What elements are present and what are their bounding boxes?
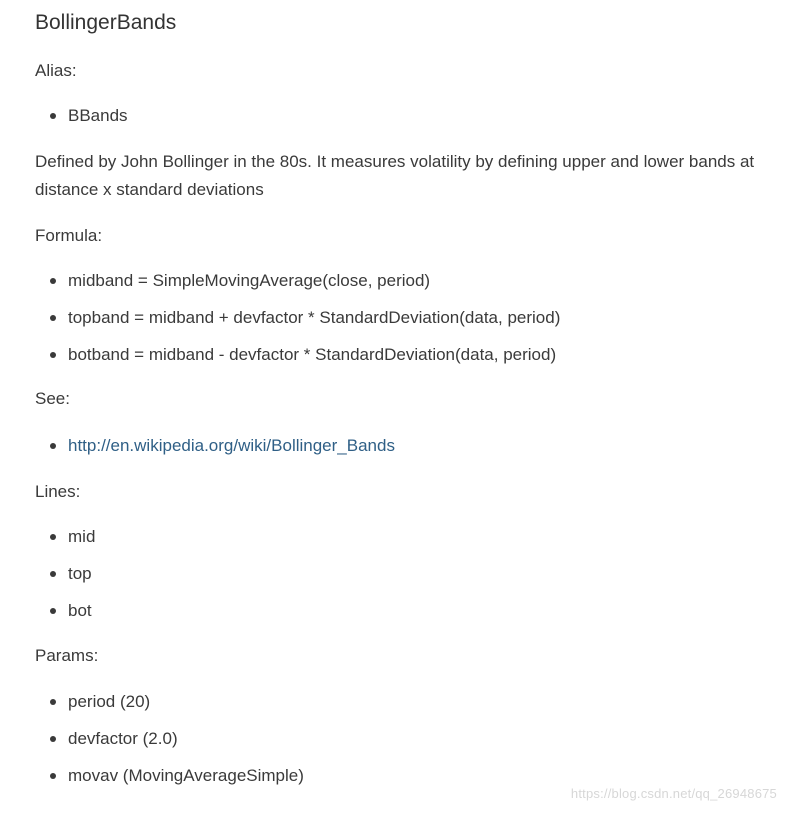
alias-item: BBands — [68, 106, 128, 125]
list-item: http://en.wikipedia.org/wiki/Bollinger_B… — [35, 427, 395, 464]
line-item-bot: bot — [68, 601, 92, 620]
list-item: botband = midband - devfactor * Standard… — [35, 336, 560, 373]
formula-label: Formula: — [35, 226, 103, 245]
list-item: midband = SimpleMovingAverage(close, per… — [35, 262, 560, 299]
see-list: http://en.wikipedia.org/wiki/Bollinger_B… — [35, 427, 395, 464]
bullet-icon — [50, 443, 56, 449]
bullet-icon — [50, 113, 56, 119]
list-item: bot — [35, 592, 95, 629]
watermark: https://blog.csdn.net/qq_26948675 — [570, 786, 777, 801]
formula-item-topband: topband = midband + devfactor * Standard… — [68, 308, 561, 327]
alias-list: BBands — [35, 97, 128, 134]
bullet-icon — [50, 534, 56, 540]
list-item: devfactor (2.0) — [35, 720, 304, 757]
bullet-icon — [50, 352, 56, 358]
param-item-period: period (20) — [68, 692, 151, 711]
wikipedia-link[interactable]: http://en.wikipedia.org/wiki/Bollinger_B… — [68, 436, 395, 455]
param-item-devfactor: devfactor (2.0) — [68, 729, 178, 748]
formula-item-botband: botband = midband - devfactor * Standard… — [68, 345, 557, 364]
alias-label: Alias: — [35, 61, 77, 80]
params-list: period (20) devfactor (2.0) movav (Movin… — [35, 683, 304, 794]
page-title: BollingerBands — [35, 11, 177, 34]
list-item: topband = midband + devfactor * Standard… — [35, 299, 560, 336]
param-item-movav: movav (MovingAverageSimple) — [68, 766, 304, 785]
bullet-icon — [50, 571, 56, 577]
see-label: See: — [35, 389, 70, 408]
line-item-mid: mid — [68, 527, 96, 546]
list-item: movav (MovingAverageSimple) — [35, 757, 304, 794]
description-paragraph: Defined by John Bollinger in the 80s. It… — [35, 152, 755, 199]
formula-item-midband: midband = SimpleMovingAverage(close, per… — [68, 271, 431, 290]
bullet-icon — [50, 278, 56, 284]
bullet-icon — [50, 736, 56, 742]
bullet-icon — [50, 315, 56, 321]
list-item: BBands — [35, 97, 128, 134]
bullet-icon — [50, 773, 56, 779]
lines-label: Lines: — [35, 482, 81, 501]
list-item: mid — [35, 518, 95, 555]
line-item-top: top — [68, 564, 92, 583]
params-label: Params: — [35, 646, 99, 665]
list-item: period (20) — [35, 683, 304, 720]
bullet-icon — [50, 699, 56, 705]
list-item: top — [35, 555, 95, 592]
bullet-icon — [50, 608, 56, 614]
lines-list: mid top bot — [35, 518, 95, 629]
formula-list: midband = SimpleMovingAverage(close, per… — [35, 262, 560, 373]
